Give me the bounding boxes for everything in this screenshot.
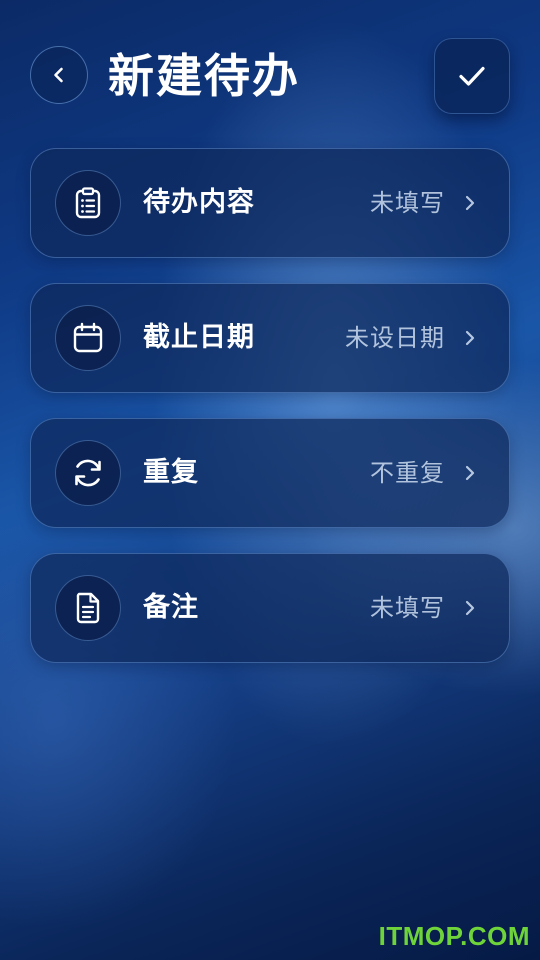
row-value: 未填写 — [370, 189, 445, 217]
row-repeat[interactable]: 重复 不重复 — [30, 418, 510, 528]
chevron-right-icon — [459, 327, 481, 349]
chevron-left-icon — [54, 67, 63, 83]
row-label: 截止日期 — [143, 322, 255, 353]
watermark: ITMOP.COM — [378, 921, 530, 951]
row-label: 备注 — [143, 592, 199, 623]
header: 新建待办 — [30, 38, 510, 114]
row-label: 待办内容 — [143, 187, 255, 218]
check-icon — [459, 66, 485, 86]
row-value: 未填写 — [370, 594, 445, 622]
settings-list: 待办内容 未填写 截止日期 未设日期 重复 不重复 备注 未填写 — [30, 148, 510, 688]
row-note[interactable]: 备注 未填写 — [30, 553, 510, 663]
page-title: 新建待办 — [108, 49, 300, 103]
note-icon — [55, 575, 121, 641]
row-content[interactable]: 待办内容 未填写 — [30, 148, 510, 258]
chevron-right-icon — [459, 462, 481, 484]
chevron-right-icon — [459, 597, 481, 619]
confirm-button[interactable] — [434, 38, 510, 114]
row-value: 未设日期 — [345, 324, 445, 352]
back-button[interactable] — [30, 46, 88, 104]
clipboard-list-icon — [55, 170, 121, 236]
row-value: 不重复 — [370, 459, 445, 487]
row-deadline[interactable]: 截止日期 未设日期 — [30, 283, 510, 393]
repeat-icon — [55, 440, 121, 506]
row-label: 重复 — [143, 457, 199, 488]
chevron-right-icon — [459, 192, 481, 214]
calendar-icon — [55, 305, 121, 371]
